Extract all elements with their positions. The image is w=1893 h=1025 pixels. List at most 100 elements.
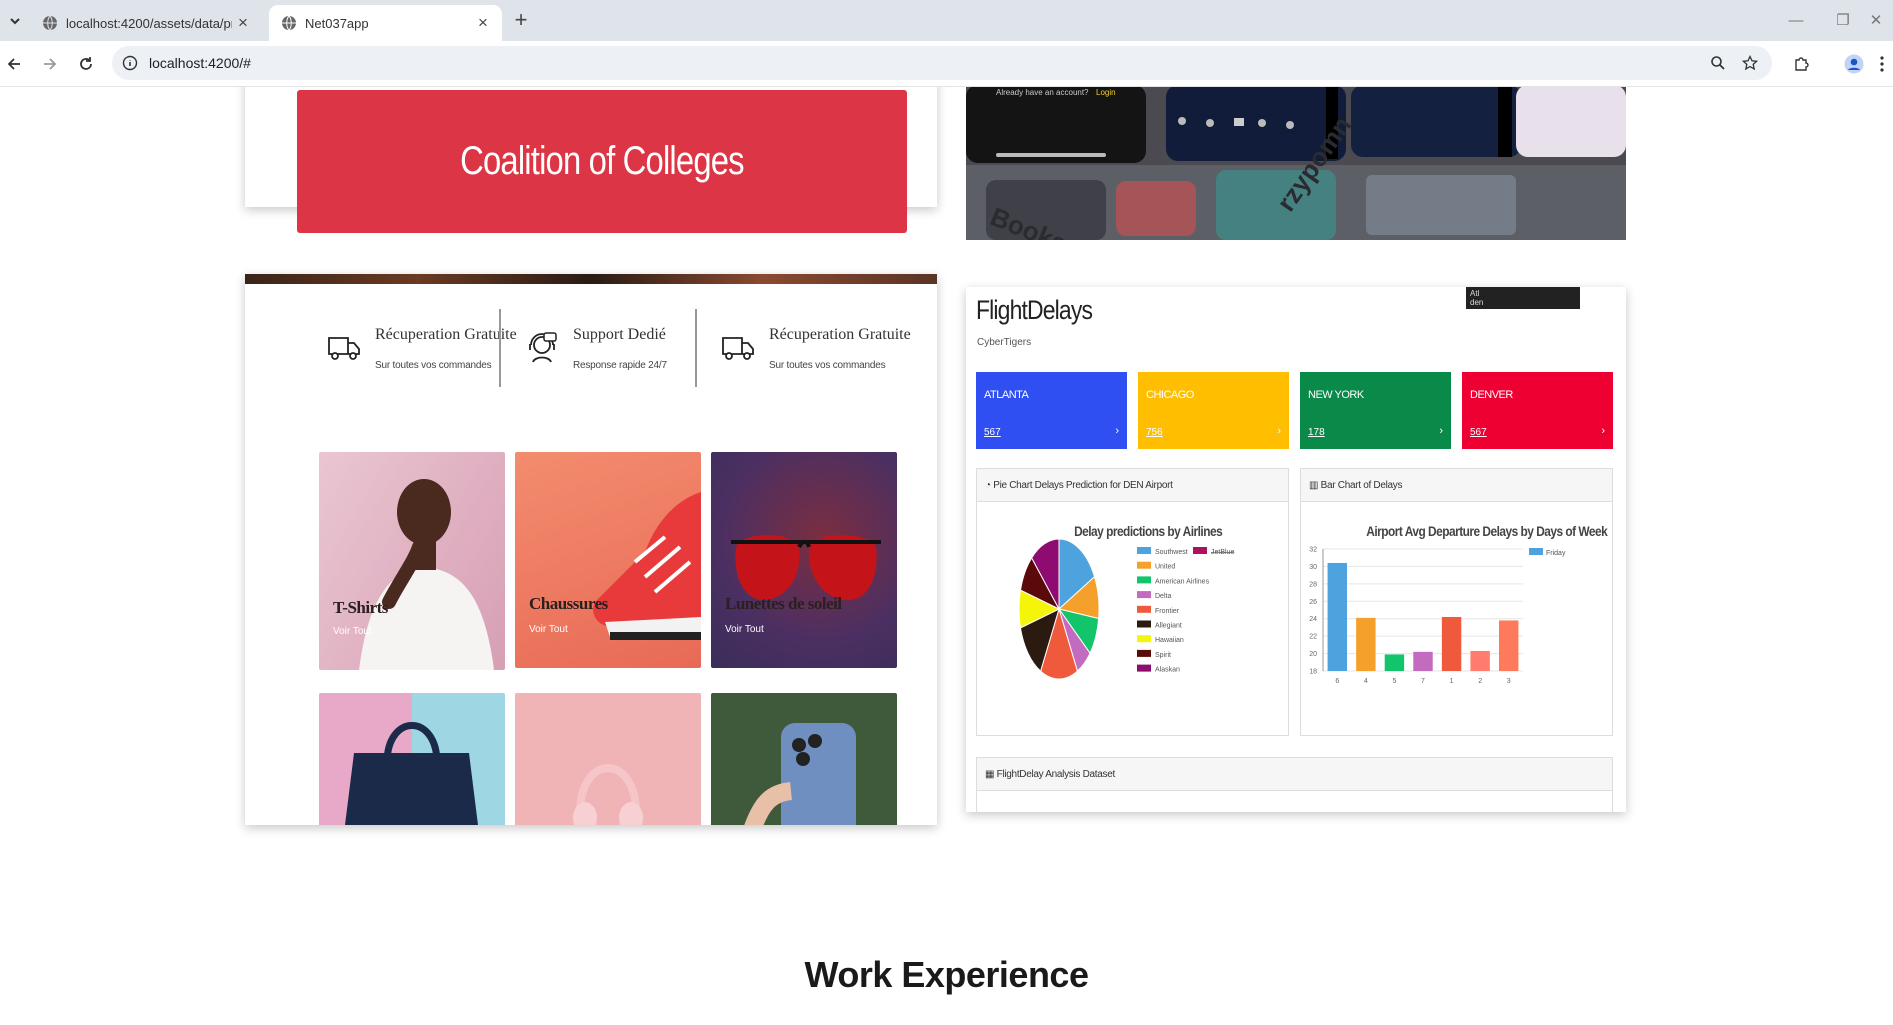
legend-swatch — [1193, 547, 1207, 554]
category-tile-tshirts[interactable]: T-Shirts Voir Tout — [319, 452, 505, 670]
tooltip: Atl den — [1466, 287, 1580, 309]
tab-profile-data[interactable]: localhost:4200/assets/data/pro × — [30, 5, 262, 41]
restore-button[interactable]: ❐ — [1828, 8, 1858, 32]
forward-button[interactable] — [36, 50, 64, 78]
legend-swatch — [1137, 664, 1151, 672]
tab-net037app[interactable]: Net037app × — [269, 5, 502, 41]
feature-free-pickup-2: Récuperation Gratuite Sur toutes vos com… — [721, 314, 911, 394]
chevron-right-icon: › — [1601, 425, 1605, 437]
legend-label: United — [1155, 564, 1175, 571]
tab-search-button[interactable] — [4, 10, 26, 32]
zoom-icon[interactable] — [1708, 53, 1728, 73]
pie-chart-title: Delay predictions by Airlines — [1074, 523, 1223, 539]
more-vertical-icon — [1880, 56, 1884, 72]
legend-swatch — [1137, 561, 1151, 569]
pie-chart: Southwest United American Airlines Delta Fro… — [1018, 539, 1234, 680]
kpi-new-york[interactable]: NEW YORK 178 › — [1300, 372, 1451, 449]
kpi-denver[interactable]: DENVER 567 › — [1462, 372, 1613, 449]
svg-text:Already have an account?: Already have an account? — [996, 88, 1089, 97]
category-tile-headphones[interactable] — [515, 693, 701, 825]
new-tab-button[interactable]: + — [509, 9, 533, 33]
category-tile-shoes[interactable]: Chaussures Voir Tout — [515, 452, 701, 668]
tab-title: localhost:4200/assets/data/pro — [66, 15, 232, 31]
panel-header: ▦ FlightDelay Analysis Dataset — [977, 758, 1612, 791]
divider — [695, 309, 697, 387]
menu-button[interactable] — [1872, 50, 1892, 78]
bar-day-3 — [1499, 620, 1519, 671]
handbag-image — [345, 722, 478, 825]
page-content: Coalition of Colleges Already have an ac… — [0, 87, 1893, 1025]
kpi-chicago[interactable]: CHICAGO 756 › — [1138, 372, 1289, 449]
y-tick-label: 30 — [1309, 564, 1317, 571]
bookmark-star-icon[interactable] — [1740, 53, 1760, 73]
bar-day-2 — [1470, 650, 1490, 671]
x-tick-label: 1 — [1450, 678, 1454, 685]
x-tick-label: 3 — [1507, 678, 1511, 685]
feature-subtitle: Sur toutes vos commandes — [375, 360, 492, 371]
legend-label: Spirit — [1155, 652, 1171, 659]
category-tile-phones[interactable] — [711, 693, 897, 825]
dashboard-title: FlightDelays — [976, 295, 1093, 325]
chevron-right-icon: › — [1439, 425, 1443, 437]
kpi-atlanta[interactable]: ATLANTA 567 › — [976, 372, 1127, 449]
section-title-work-experience: Work Experience — [804, 954, 1089, 995]
close-tab-icon[interactable]: × — [472, 12, 494, 34]
reload-button[interactable] — [72, 50, 100, 78]
url-text[interactable]: localhost:4200/# — [149, 55, 251, 71]
reload-icon — [80, 57, 92, 70]
project-card-flightdelays: FlightDelays CyberTigers Atl den ATLANTA … — [966, 287, 1626, 812]
bar-chart-title: Airport Avg Departure Delays by Days of … — [1366, 523, 1608, 539]
y-tick-label: 24 — [1309, 616, 1317, 623]
x-tick-label: 7 — [1421, 678, 1425, 685]
category-tile-sunglasses[interactable]: Lunettes de soleil Voir Tout — [711, 452, 897, 668]
x-tick-label: 5 — [1392, 678, 1396, 685]
legend-label: Alaskan — [1155, 667, 1180, 674]
legend-label: JetBlue — [1211, 549, 1234, 556]
dashboard-subtitle: CyberTigers — [977, 337, 1032, 348]
legend-swatch — [1137, 576, 1151, 584]
legend-label: Hawaiian — [1155, 637, 1184, 644]
legend-swatch — [1137, 591, 1151, 599]
bar-chart-panel: ▥ Bar Chart of Delays Airport Avg Depart… — [1300, 468, 1613, 736]
site-info-icon[interactable] — [120, 53, 140, 73]
bar-day-6 — [1327, 562, 1347, 671]
panel-header: ▥ Bar Chart of Delays — [1301, 469, 1612, 502]
view-all-link[interactable]: Voir Tout — [529, 624, 568, 635]
globe-icon — [282, 15, 296, 31]
address-bar[interactable]: localhost:4200/# — [112, 46, 1772, 80]
kpi-city: DENVER — [1470, 389, 1513, 401]
tab-title: Net037app — [305, 15, 369, 31]
profile-button[interactable] — [1840, 50, 1868, 78]
bar-day-1 — [1441, 616, 1462, 671]
browser-toolbar: localhost:4200/# — [0, 41, 1893, 87]
view-all-link[interactable]: Voir Tout — [333, 626, 372, 637]
x-tick-label: 2 — [1478, 678, 1482, 685]
dataset-panel: ▦ FlightDelay Analysis Dataset — [976, 757, 1613, 812]
y-tick-label: 32 — [1309, 547, 1317, 554]
close-tab-icon[interactable]: × — [232, 12, 254, 34]
view-all-link[interactable]: Voir Tout — [725, 624, 764, 635]
close-window-button[interactable]: ✕ — [1862, 8, 1890, 32]
minimize-button[interactable]: — — [1781, 8, 1811, 32]
back-button[interactable] — [0, 50, 28, 78]
coalition-title: Coalition of Colleges — [460, 139, 744, 183]
bar-chart: 18 20 22 24 26 28 30 32 6 4 5 7 1 2 3 Friday — [1309, 547, 1566, 686]
kpi-city: ATLANTA — [984, 389, 1029, 401]
panel-header: ◔ Pie Chart Delays Prediction for DEN Ai… — [977, 469, 1288, 502]
legend-swatch — [1137, 620, 1151, 628]
category-name: Lunettes de soleil — [725, 594, 842, 613]
legend-swatch — [1137, 605, 1151, 613]
arrow-left-icon — [7, 58, 20, 70]
feature-title: Récuperation Gratuite — [375, 326, 517, 343]
extensions-button[interactable] — [1787, 50, 1815, 78]
headphones-image — [573, 764, 643, 825]
kpi-city: CHICAGO — [1146, 389, 1194, 401]
chart-bar-icon: ▥ — [1309, 480, 1321, 491]
kpi-value: 178 — [1308, 427, 1325, 438]
coalition-banner[interactable]: Coalition of Colleges — [297, 90, 907, 233]
globe-icon — [43, 15, 57, 31]
category-tile-bags[interactable] — [319, 693, 505, 825]
project-card-shop: Récuperation Gratuite Sur toutes vos com… — [245, 274, 937, 825]
legend-swatch — [1137, 649, 1151, 657]
legend-label: Allegiant — [1155, 623, 1182, 630]
